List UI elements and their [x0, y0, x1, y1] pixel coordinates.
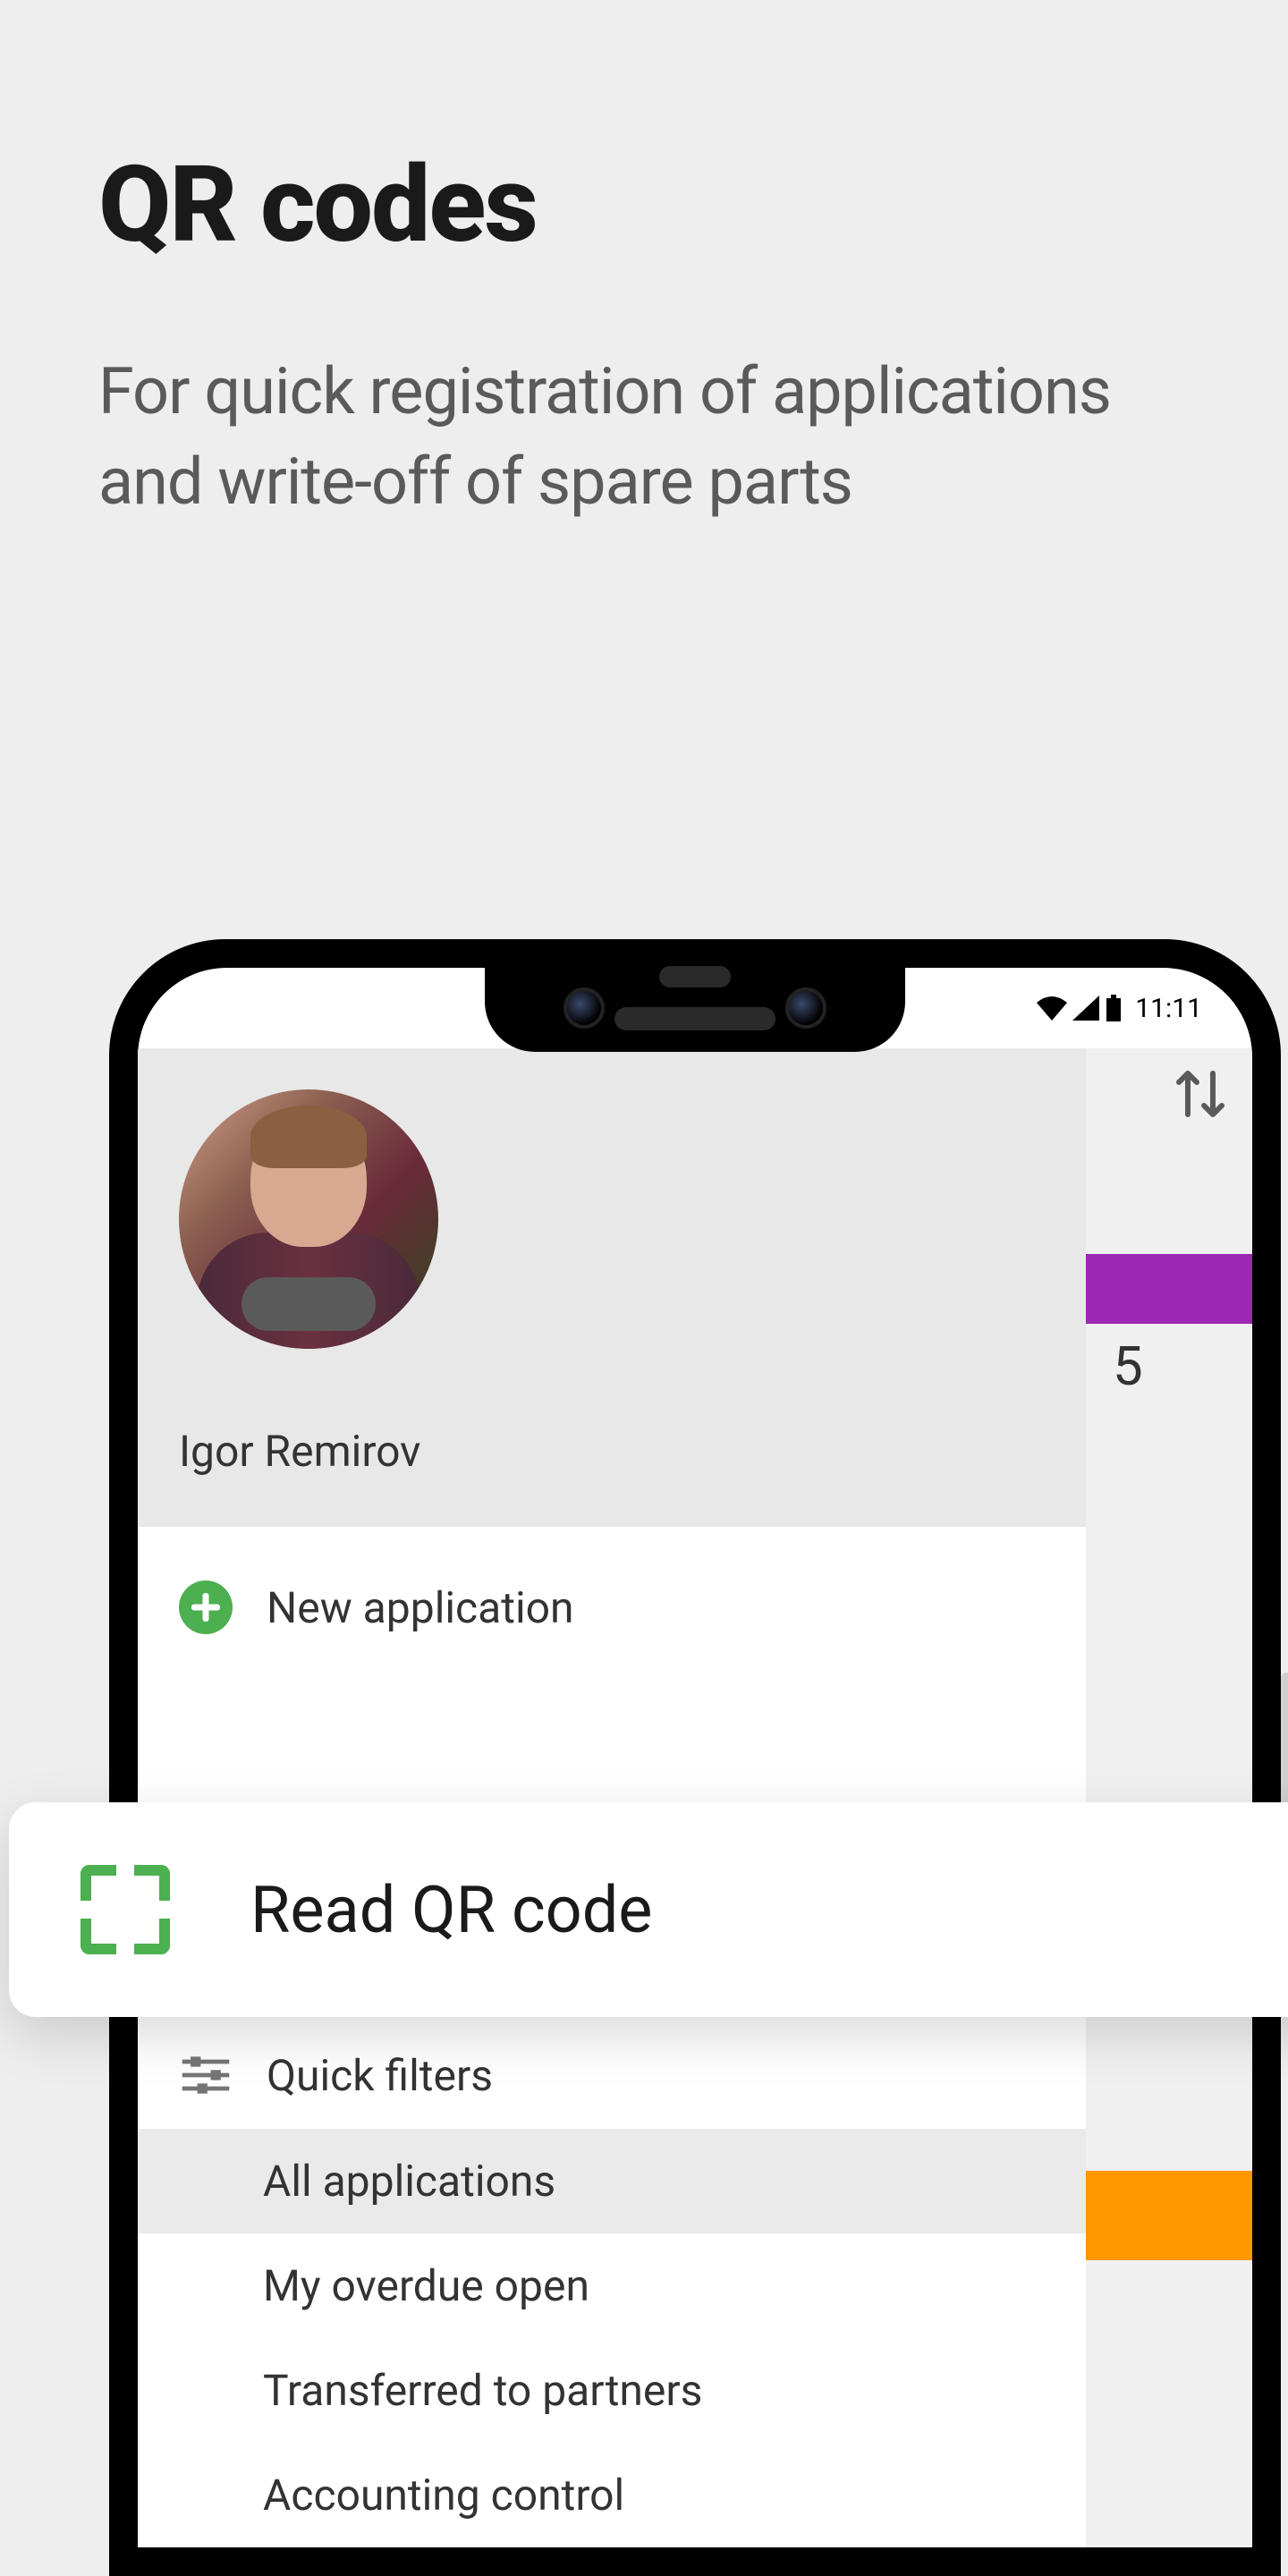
page-title: QR codes: [0, 0, 1288, 267]
phone-screen: 11:11 Igor Remirov: [138, 968, 1252, 2547]
filter-item-overdue[interactable]: My overdue open: [138, 2233, 1086, 2338]
content-panel: 5: [1086, 1048, 1252, 2547]
avatar-hair: [250, 1106, 367, 1168]
content-number: 5: [1113, 1335, 1143, 1398]
status-icons: 11:11: [1037, 993, 1202, 1024]
plus-circle-icon: [179, 1580, 233, 1634]
status-bar-orange: [1086, 2171, 1252, 2260]
sliders-icon: [179, 2048, 233, 2102]
qr-card[interactable]: Read QR code: [9, 1802, 1288, 2017]
menu-label: Quick filters: [267, 2050, 493, 2101]
profile-name: Igor Remirov: [179, 1426, 1045, 1477]
sort-icon[interactable]: [1175, 1063, 1225, 1129]
phone-frame: 11:11 Igor Remirov: [109, 939, 1281, 2576]
cellular-icon: [1072, 996, 1099, 1021]
filters-section: Quick filters All applications My overdu…: [138, 2021, 1086, 2547]
main-content: Igor Remirov New application: [138, 1048, 1252, 2547]
status-time: 11:11: [1135, 993, 1202, 1024]
status-bar-purple: [1086, 1254, 1252, 1324]
page-subtitle: For quick registration of applications a…: [0, 267, 1288, 528]
avatar[interactable]: [179, 1089, 438, 1349]
wifi-icon: [1037, 996, 1067, 1021]
menu-label: New application: [267, 1582, 574, 1633]
filter-item-accounting[interactable]: Accounting control: [138, 2443, 1086, 2547]
speaker-icon: [614, 1007, 775, 1030]
qr-label: Read QR code: [250, 1872, 652, 1948]
avatar-hands: [242, 1277, 376, 1331]
filter-item-transferred[interactable]: Transferred to partners: [138, 2338, 1086, 2443]
battery-icon: [1105, 995, 1123, 1021]
sensor-icon: [659, 966, 731, 987]
camera-icon: [785, 987, 826, 1029]
menu-item-new-application[interactable]: New application: [138, 1527, 1086, 1661]
camera-icon: [564, 987, 605, 1029]
qr-scan-icon: [80, 1865, 170, 1954]
profile-section[interactable]: Igor Remirov: [138, 1048, 1086, 1527]
phone-notch: [485, 939, 905, 1052]
phone-mockup: 11:11 Igor Remirov: [109, 939, 1281, 2576]
filter-item-all[interactable]: All applications: [138, 2129, 1086, 2233]
menu-item-quick-filters: Quick filters: [138, 2021, 1086, 2129]
sidebar-drawer: Igor Remirov New application: [138, 1048, 1086, 2547]
